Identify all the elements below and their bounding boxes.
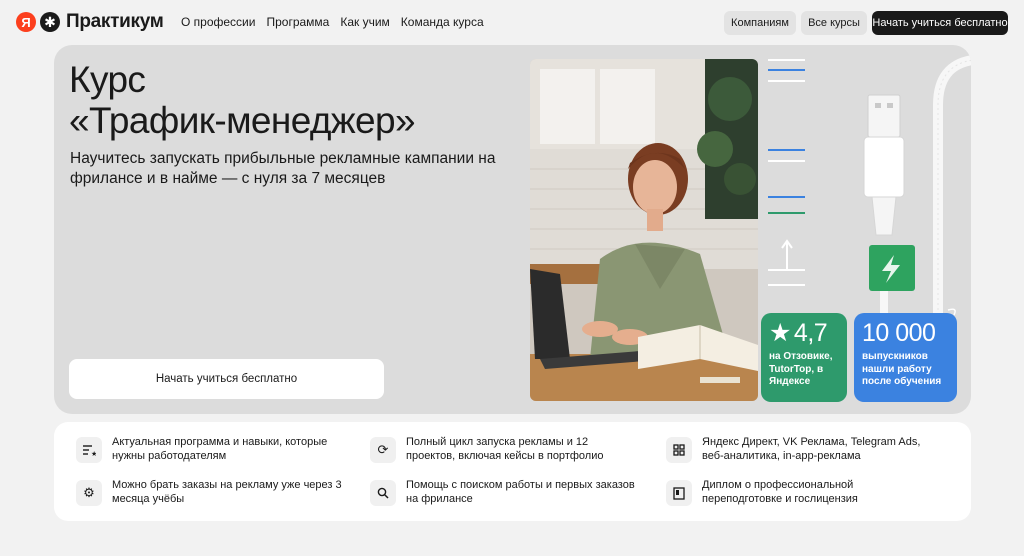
rating-card: ★ 4,7 на Отзовике, TutorTop, в Яндексе <box>761 313 847 402</box>
logo[interactable]: Я ✱ Практикум <box>16 11 164 33</box>
feature-text: Яндекс Директ, VK Реклама, Telegram Ads,… <box>702 436 921 462</box>
start-free-hero-button[interactable]: Начать учиться бесплатно <box>69 359 384 399</box>
nav-item-team[interactable]: Команда курса <box>401 15 484 29</box>
start-free-header-button[interactable]: Начать учиться бесплатно <box>872 11 1008 35</box>
star-icon: ★ <box>769 319 791 347</box>
nav-item-how-we-teach[interactable]: Как учим <box>340 15 389 29</box>
feature-text: Полный цикл запуска рекламы и 12 проекто… <box>406 436 604 462</box>
feature-text: Диплом о профессиональной переподготовке… <box>702 479 858 505</box>
hero-section: Курс «Трафик-менеджер» Научитесь запуска… <box>54 45 971 414</box>
feature-item: ★ Актуальная программа и навыки, которые… <box>76 436 346 463</box>
features-list: ★ Актуальная программа и навыки, которые… <box>54 422 971 521</box>
grid-icon <box>666 437 692 463</box>
feature-text: Можно брать заказы на рекламу уже через … <box>112 479 342 505</box>
refresh-icon: ⟳ <box>370 437 396 463</box>
nav-item-profession[interactable]: О профессии <box>181 15 255 29</box>
page-title-line-1: Курс <box>69 59 146 100</box>
graduates-card: 10 000 выпускников нашли работу после об… <box>854 313 957 402</box>
feature-item: Диплом о профессиональной переподготовке… <box>666 479 936 506</box>
page-title: Курс «Трафик-менеджер» <box>69 59 416 141</box>
page-title-line-2: «Трафик-менеджер» <box>69 100 416 141</box>
rating-number: 4,7 <box>793 319 828 347</box>
asterisk-logo-icon: ✱ <box>40 12 60 32</box>
search-icon <box>370 480 396 506</box>
feature-item: ⟳ Полный цикл запуска рекламы и 12 проек… <box>370 436 640 463</box>
rating-value: ★ 4,7 <box>769 318 839 348</box>
yandex-logo-icon: Я <box>16 12 36 32</box>
graduates-value: 10 000 <box>862 319 936 347</box>
feature-text: Актуальная программа и навыки, которые н… <box>112 436 328 462</box>
gear-icon: ⚙ <box>76 480 102 506</box>
list-star-icon: ★ <box>76 437 102 463</box>
site-header: Я ✱ Практикум О профессии Программа Как … <box>0 0 1024 44</box>
feature-item: Помощь с поиском работы и первых заказов… <box>370 479 640 506</box>
feature-text: Помощь с поиском работы и первых заказов… <box>406 479 635 505</box>
companies-button[interactable]: Компаниям <box>724 11 796 35</box>
student-photo <box>530 59 758 401</box>
diploma-icon <box>666 480 692 506</box>
svg-text:★: ★ <box>91 450 96 456</box>
all-courses-button[interactable]: Все курсы <box>801 11 867 35</box>
feature-item: ⚙ Можно брать заказы на рекламу уже чере… <box>76 479 346 506</box>
feature-item: Яндекс Директ, VK Реклама, Telegram Ads,… <box>666 436 936 463</box>
hero-subtitle: Научитесь запускать прибыльные рекламные… <box>70 150 496 187</box>
rating-caption: на Отзовике, TutorTop, в Яндексе <box>769 351 833 387</box>
graduates-caption: выпускников нашли работу после обучения <box>862 351 942 387</box>
main-nav: О профессии Программа Как учим Команда к… <box>181 15 484 29</box>
nav-item-program[interactable]: Программа <box>266 15 329 29</box>
student-photo-illustration <box>530 59 758 401</box>
logo-text: Практикум <box>66 11 164 32</box>
